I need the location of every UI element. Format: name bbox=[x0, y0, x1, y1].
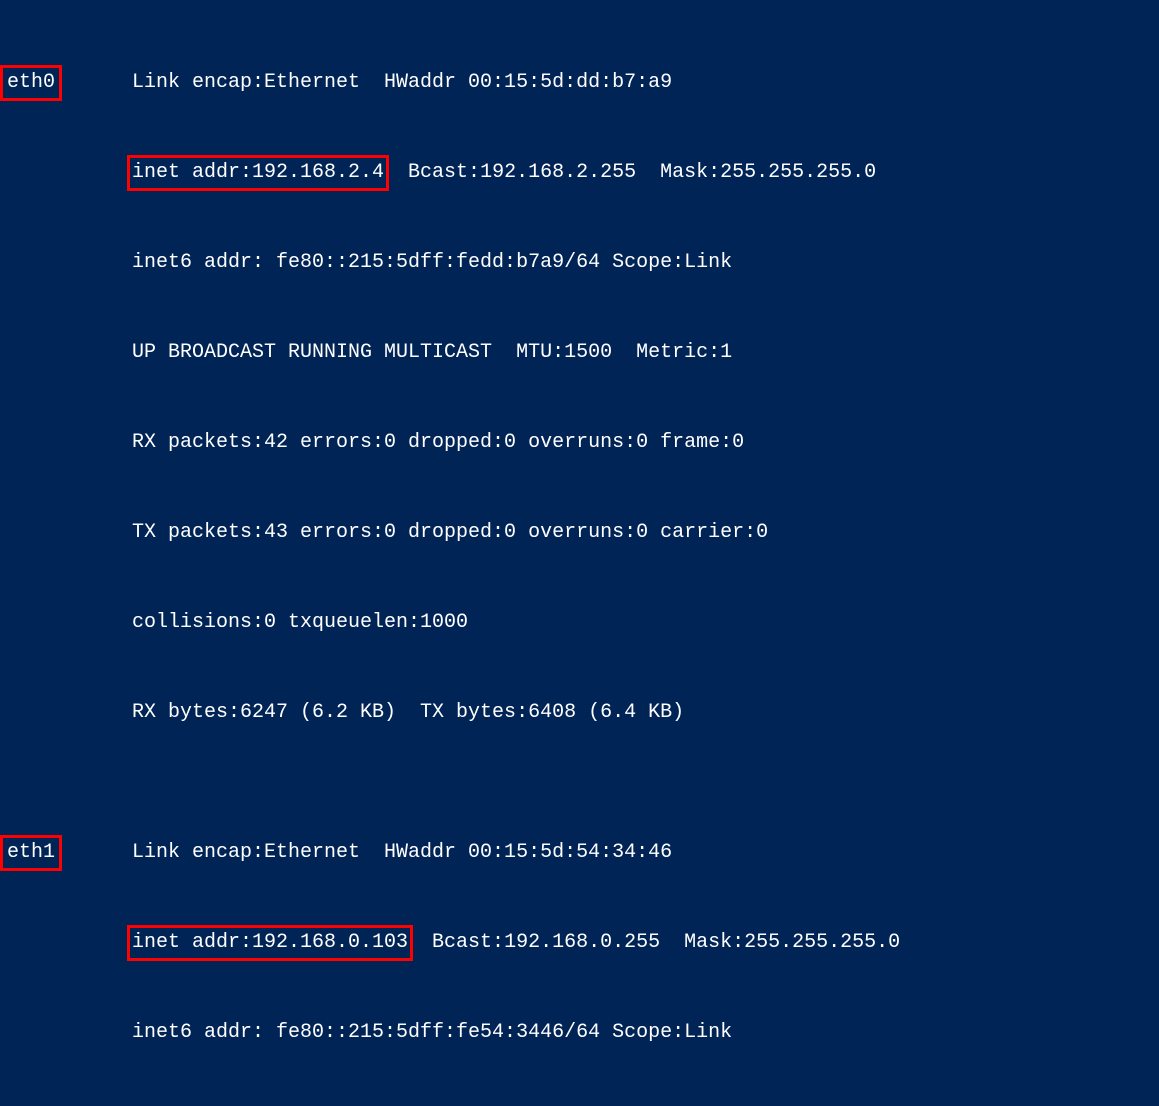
interface-name-col: eth0 bbox=[0, 68, 132, 98]
terminal-line: UP BROADCAST RUNNING MULTICAST MTU:1500 … bbox=[0, 338, 1159, 368]
inet-addr-rest: Bcast:192.168.0.255 Mask:255.255.255.0 bbox=[408, 931, 900, 954]
interface-name-col bbox=[0, 428, 132, 458]
inet6-addr-line: inet6 addr: fe80::215:5dff:fe54:3446/64 … bbox=[132, 1018, 1159, 1048]
inet-addr-line: inet addr:192.168.0.103 Bcast:192.168.0.… bbox=[132, 928, 1159, 958]
link-encap-line: Link encap:Ethernet HWaddr 00:15:5d:dd:b… bbox=[132, 68, 1159, 98]
interface-name-col bbox=[0, 248, 132, 278]
rx-packets-line: RX packets:42 errors:0 dropped:0 overrun… bbox=[132, 428, 1159, 458]
inet-addr-line: inet addr:192.168.2.4 Bcast:192.168.2.25… bbox=[132, 158, 1159, 188]
terminal-line: inet addr:192.168.0.103 Bcast:192.168.0.… bbox=[0, 928, 1159, 958]
link-encap-line: Link encap:Ethernet HWaddr 00:15:5d:54:3… bbox=[132, 838, 1159, 868]
terminal-line: eth1 Link encap:Ethernet HWaddr 00:15:5d:… bbox=[0, 838, 1159, 868]
collisions-line: collisions:0 txqueuelen:1000 bbox=[132, 608, 1159, 638]
terminal-line: TX packets:43 errors:0 dropped:0 overrun… bbox=[0, 518, 1159, 548]
interface-name-col bbox=[0, 698, 132, 728]
interface-name-col bbox=[0, 1018, 132, 1048]
terminal-line: collisions:0 txqueuelen:1000 bbox=[0, 608, 1159, 638]
interface-eth1: eth1 Link encap:Ethernet HWaddr 00:15:5d:… bbox=[0, 778, 1159, 1106]
interface-name-col bbox=[0, 518, 132, 548]
flags-line: UP BROADCAST RUNNING MULTICAST MTU:1500 … bbox=[132, 338, 1159, 368]
bytes-line: RX bytes:6247 (6.2 KB) TX bytes:6408 (6.… bbox=[132, 698, 1159, 728]
terminal-line: inet addr:192.168.2.4 Bcast:192.168.2.25… bbox=[0, 158, 1159, 188]
interface-name-col bbox=[0, 338, 132, 368]
interface-name-highlight: eth1 bbox=[0, 835, 62, 871]
inet6-addr-line: inet6 addr: fe80::215:5dff:fedd:b7a9/64 … bbox=[132, 248, 1159, 278]
interface-eth0: eth0 Link encap:Ethernet HWaddr 00:15:5d:… bbox=[0, 8, 1159, 758]
interface-name-col bbox=[0, 158, 132, 188]
terminal-line: eth0 Link encap:Ethernet HWaddr 00:15:5d:… bbox=[0, 68, 1159, 98]
inet-addr-highlight: inet addr:192.168.0.103 bbox=[127, 925, 413, 961]
terminal-line: inet6 addr: fe80::215:5dff:fe54:3446/64 … bbox=[0, 1018, 1159, 1048]
inet-addr-highlight: inet addr:192.168.2.4 bbox=[127, 155, 389, 191]
interface-name-highlight: eth0 bbox=[0, 65, 62, 101]
interface-name-col: eth1 bbox=[0, 838, 132, 868]
terminal-line: RX bytes:6247 (6.2 KB) TX bytes:6408 (6.… bbox=[0, 698, 1159, 728]
terminal-line: inet6 addr: fe80::215:5dff:fedd:b7a9/64 … bbox=[0, 248, 1159, 278]
interface-name-col bbox=[0, 928, 132, 958]
terminal-line: RX packets:42 errors:0 dropped:0 overrun… bbox=[0, 428, 1159, 458]
tx-packets-line: TX packets:43 errors:0 dropped:0 overrun… bbox=[132, 518, 1159, 548]
inet-addr-rest: Bcast:192.168.2.255 Mask:255.255.255.0 bbox=[384, 161, 876, 184]
interface-name-col bbox=[0, 608, 132, 638]
